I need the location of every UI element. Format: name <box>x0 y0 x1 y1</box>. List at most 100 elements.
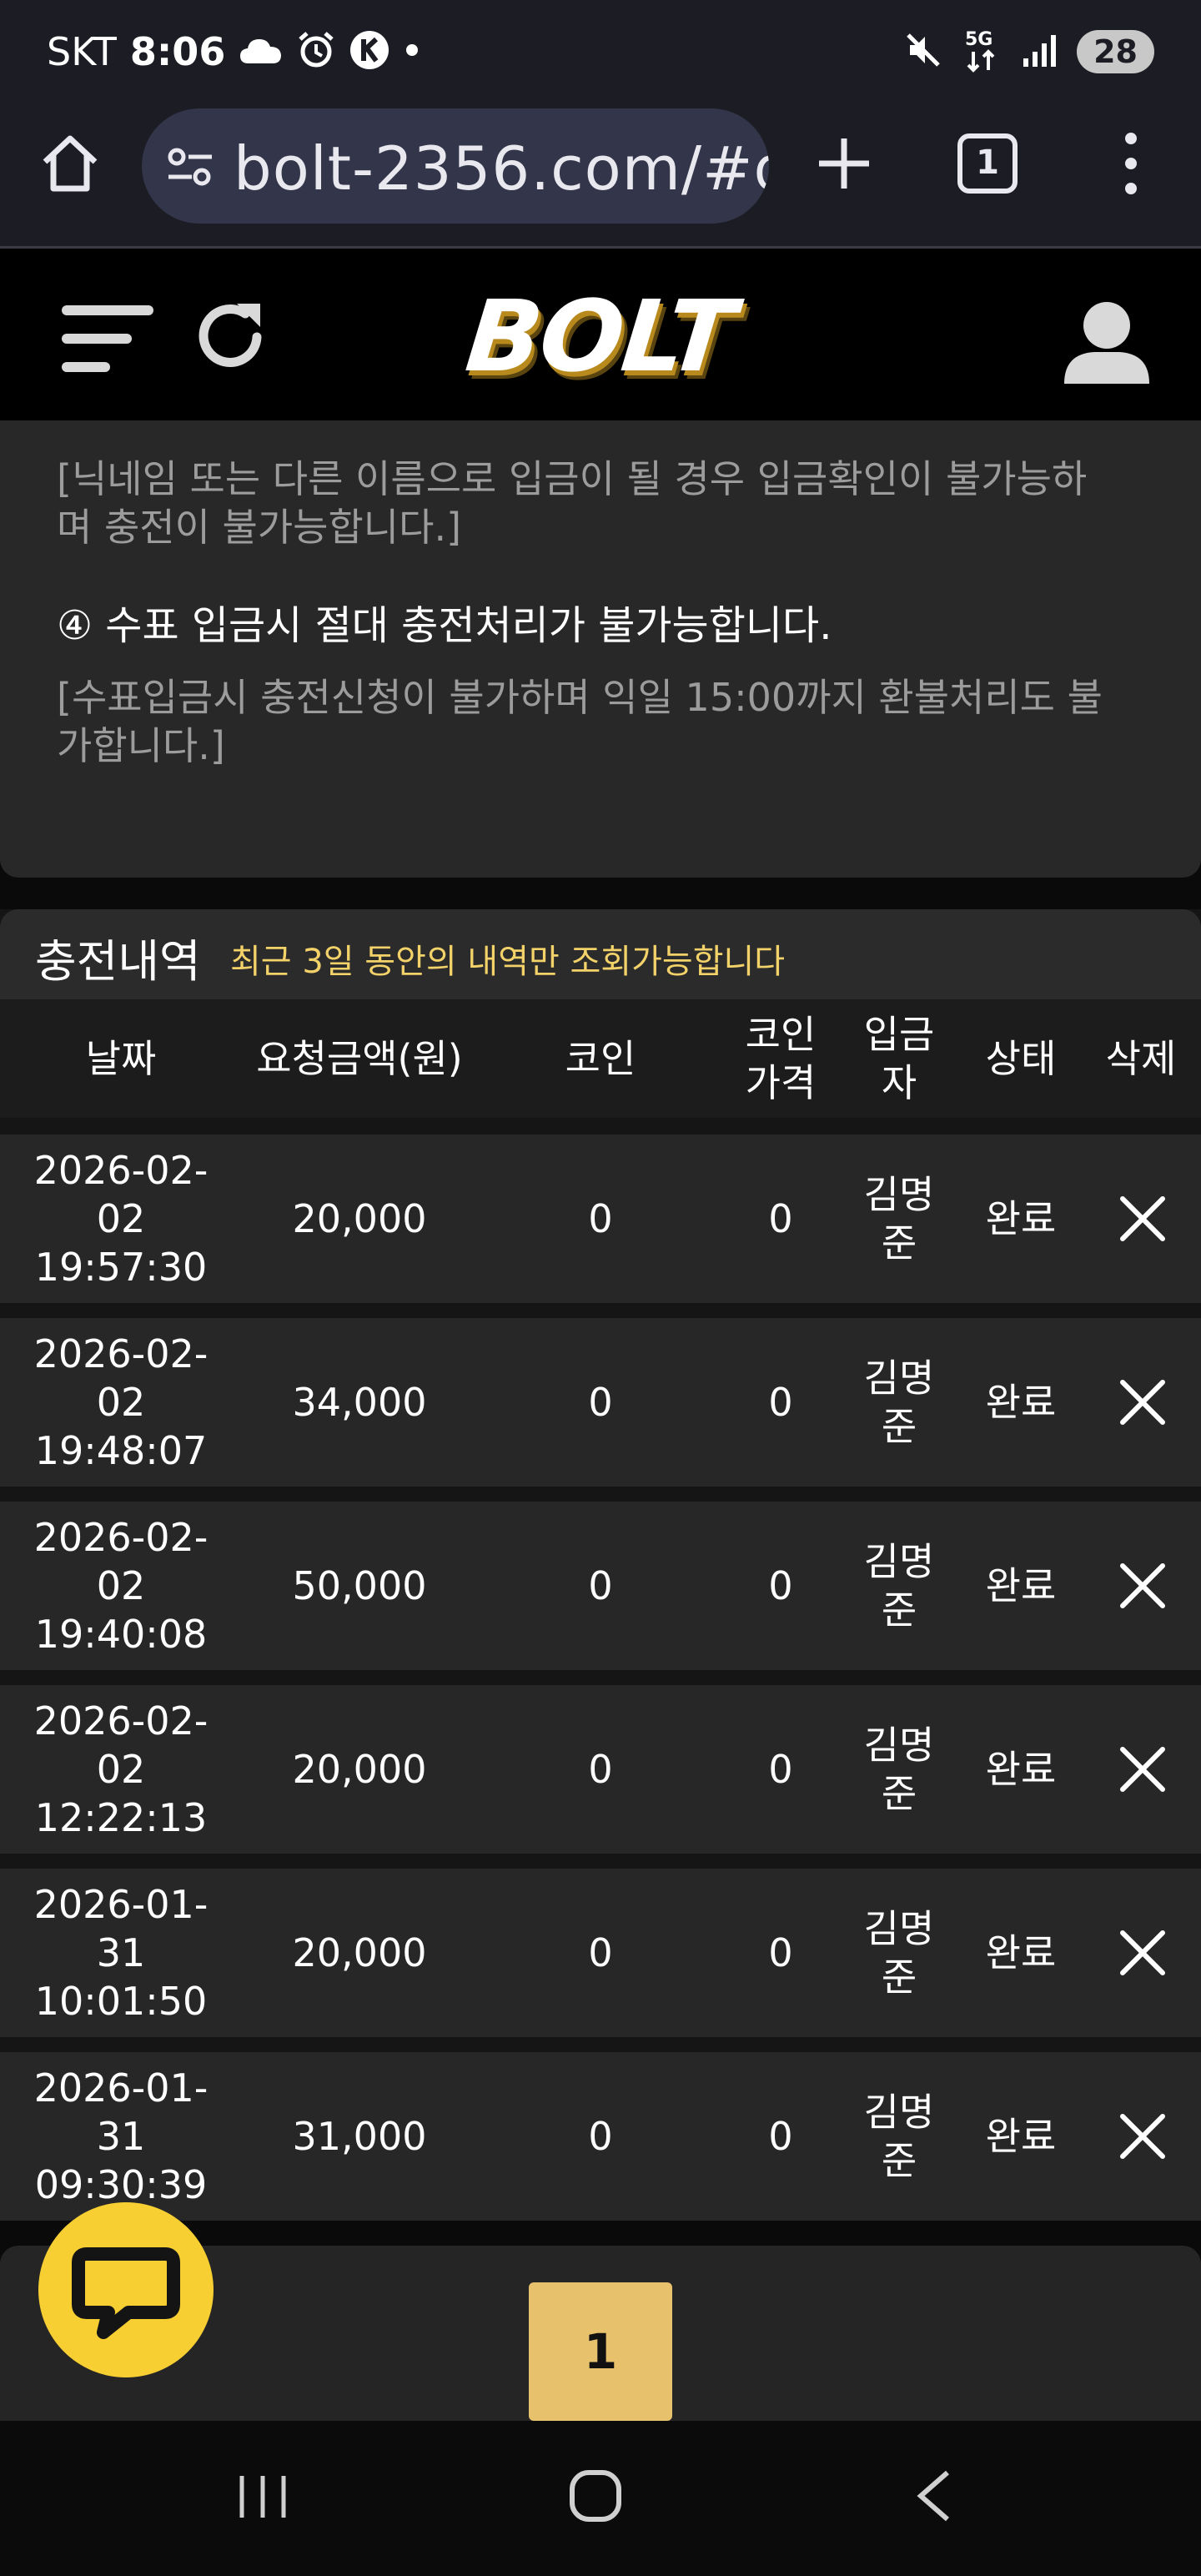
svg-text:5G: 5G <box>965 29 992 50</box>
cell-status: 완료 <box>985 1747 1057 1792</box>
cell-amount: 50,000 <box>292 1563 427 1608</box>
col-coin-price: 코인 가격 <box>745 1012 817 1105</box>
refresh-icon <box>198 304 262 367</box>
mute-icon <box>903 30 943 73</box>
cell-coin-price: 0 <box>768 1930 793 1975</box>
notice-heading-4: ④ 수표 입금시 절대 충전처리가 불가능합니다. <box>57 602 832 649</box>
cell-coin: 0 <box>588 1747 613 1792</box>
col-coin: 코인 <box>565 1036 636 1081</box>
refresh-button[interactable] <box>190 295 270 375</box>
cell-status: 완료 <box>985 1196 1057 1241</box>
more-vertical-icon <box>1125 133 1137 194</box>
close-icon <box>1120 1563 1165 1608</box>
col-amount: 요청금액(원) <box>256 1036 463 1081</box>
home-circle-icon <box>570 2470 621 2522</box>
cell-status: 완료 <box>985 1563 1057 1608</box>
col-depositor: 입금 자 <box>863 1012 935 1105</box>
cell-date: 2026-01- 31 09:30:39 <box>33 2065 209 2207</box>
history-note: 최근 3일 동안의 내역만 조회가능합니다 <box>230 943 786 981</box>
site-header: BOLT <box>0 249 1201 420</box>
browser-toolbar: bolt-2356.com/#de 1 <box>0 103 1201 249</box>
col-status: 상태 <box>985 1036 1057 1081</box>
table-header: 날짜 요청금액(원) 코인 코인 가격 입금 자 상태 삭제 <box>0 999 1201 1118</box>
col-delete: 삭제 <box>1105 1036 1177 1081</box>
close-icon <box>1120 2114 1165 2159</box>
close-icon <box>1120 1196 1165 1241</box>
close-icon <box>1120 1380 1165 1425</box>
table-row: 2026-01- 31 09:30:39 31,000 0 0 김명 준 완료 <box>0 2052 1201 2221</box>
cell-coin: 0 <box>588 1563 613 1608</box>
cell-depositor: 김명 준 <box>863 1539 935 1633</box>
menu-button[interactable] <box>62 302 153 377</box>
recents-icon <box>239 2476 286 2518</box>
signal-icon <box>1022 32 1058 72</box>
notice-line-1: [닉네임 또는 다른 이름으로 입금이 될 경우 입금확인이 불가능하 <box>57 456 1088 501</box>
cell-coin: 0 <box>588 1930 613 1975</box>
system-home-button[interactable] <box>565 2466 626 2526</box>
clock: 8:06 <box>129 29 226 74</box>
notice-line-3: [수표입금시 충전신청이 불가하며 익일 15:00까지 환불처리도 불 <box>57 675 1103 720</box>
table-row: 2026-02- 02 19:57:30 20,000 0 0 김명 준 완료 <box>0 1135 1201 1303</box>
deposit-notice-panel: [닉네임 또는 다른 이름으로 입금이 될 경우 입금확인이 불가능하 며 충전… <box>0 420 1201 878</box>
cell-coin-price: 0 <box>768 1380 793 1425</box>
cell-status: 완료 <box>985 1380 1057 1425</box>
history-titlebar: 충전내역 최근 3일 동안의 내역만 조회가능합니다 <box>0 909 1201 999</box>
chat-button[interactable] <box>38 2202 214 2377</box>
k-app-icon <box>349 29 390 74</box>
home-button[interactable] <box>35 128 105 199</box>
table-row: 2026-02- 02 19:48:07 34,000 0 0 김명 준 완료 <box>0 1318 1201 1487</box>
cell-coin-price: 0 <box>768 2114 793 2159</box>
delete-button[interactable] <box>1116 2110 1169 2163</box>
col-date: 날짜 <box>85 1036 157 1081</box>
home-icon <box>43 135 98 192</box>
page-button-current[interactable]: 1 <box>529 2282 672 2421</box>
table-row: 2026-02- 02 19:40:08 50,000 0 0 김명 준 완료 <box>0 1502 1201 1670</box>
cell-date: 2026-02- 02 19:57:30 <box>33 1148 209 1290</box>
cell-date: 2026-02- 02 19:48:07 <box>33 1331 209 1473</box>
cell-amount: 20,000 <box>292 1930 427 1975</box>
cell-amount: 20,000 <box>292 1747 427 1792</box>
delete-button[interactable] <box>1116 1192 1169 1245</box>
cell-date: 2026-02- 02 12:22:13 <box>33 1698 209 1840</box>
delete-button[interactable] <box>1116 1926 1169 1980</box>
cell-amount: 34,000 <box>292 1380 427 1425</box>
cell-status: 완료 <box>985 1930 1057 1975</box>
cell-status: 완료 <box>985 2114 1057 2159</box>
cell-depositor: 김명 준 <box>863 1172 935 1265</box>
cell-coin-price: 0 <box>768 1563 793 1608</box>
close-icon <box>1120 1747 1165 1792</box>
system-nav-bar <box>0 2421 1201 2576</box>
url-text: bolt-2356.com/#de <box>234 133 769 204</box>
back-button[interactable] <box>909 2466 959 2526</box>
cell-depositor: 김명 준 <box>863 1723 935 1816</box>
recents-button[interactable] <box>234 2468 292 2526</box>
cell-coin: 0 <box>588 1196 613 1241</box>
notice-line-4: 가합니다.] <box>57 723 225 768</box>
delete-button[interactable] <box>1116 1743 1169 1796</box>
carrier-label: SKT <box>47 29 117 74</box>
cell-coin: 0 <box>588 2114 613 2159</box>
notice-line-2: 며 충전이 불가능합니다.] <box>57 505 462 550</box>
cell-depositor: 김명 준 <box>863 1356 935 1449</box>
cell-coin-price: 0 <box>768 1747 793 1792</box>
table-row: 2026-01- 31 10:01:50 20,000 0 0 김명 준 완료 <box>0 1869 1201 2037</box>
history-title: 충전내역 <box>35 935 201 988</box>
profile-button[interactable] <box>1061 295 1153 387</box>
chat-bubble-icon <box>72 2247 180 2339</box>
delete-button[interactable] <box>1116 1376 1169 1429</box>
cell-date: 2026-01- 31 10:01:50 <box>33 1882 209 2024</box>
tab-switcher-button[interactable]: 1 <box>957 133 1018 194</box>
5g-icon: 5G <box>962 27 1003 77</box>
delete-button[interactable] <box>1116 1559 1169 1613</box>
new-tab-button[interactable] <box>809 128 879 199</box>
address-bar[interactable]: bolt-2356.com/#de <box>142 108 769 224</box>
user-icon <box>1064 302 1149 384</box>
browser-menu-button[interactable] <box>1113 123 1149 204</box>
cell-amount: 20,000 <box>292 1196 427 1241</box>
site-settings-icon[interactable] <box>165 142 215 192</box>
battery-indicator: 28 <box>1077 30 1154 73</box>
cell-date: 2026-02- 02 19:40:08 <box>33 1515 209 1657</box>
cell-amount: 31,000 <box>292 2114 427 2159</box>
close-icon <box>1120 1930 1165 1975</box>
brand-logo[interactable]: BOLT <box>461 279 748 394</box>
